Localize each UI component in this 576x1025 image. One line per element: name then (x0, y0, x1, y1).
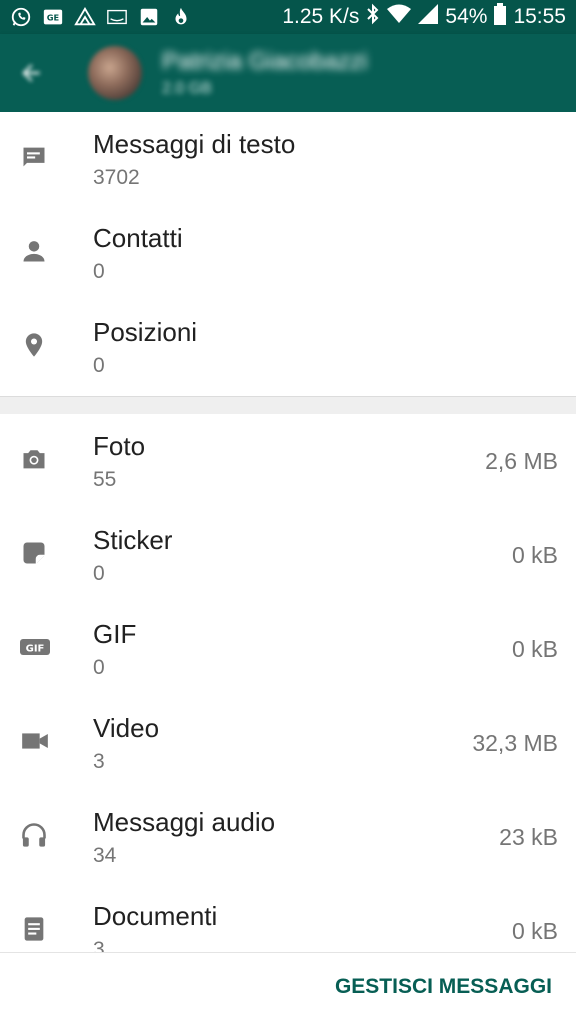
list-item-size: 32,3 MB (472, 730, 558, 756)
avatar[interactable] (88, 46, 142, 100)
list-item-count: 34 (93, 844, 117, 867)
ge-icon: GE (42, 6, 64, 28)
videocam-icon (20, 727, 48, 755)
list-item-size: 0 kB (511, 636, 558, 662)
list-item-size: 2,6 MB (485, 448, 558, 474)
list-item-title: Messaggi di testo (93, 129, 296, 159)
amazon-icon (106, 6, 128, 28)
list-item-count: 0 (93, 260, 105, 283)
person-icon (20, 237, 48, 265)
media-items-section: Foto 55 2,6 MB Sticker 0 0 kB GIF GIF 0 … (0, 414, 576, 954)
sticker-icon (20, 539, 48, 567)
list-item-title: Documenti (93, 901, 218, 931)
svg-text:GE: GE (47, 13, 60, 23)
app-bar: Patrizia Giacobazzi 2.0 GB (0, 34, 576, 112)
list-item-title: Posizioni (93, 317, 198, 347)
list-item-size: 0 kB (511, 542, 558, 568)
list-item-size: 23 kB (499, 824, 558, 850)
list-item-messaggi-audio[interactable]: Messaggi audio 34 23 kB (0, 790, 576, 884)
battery-percent: 54% (445, 5, 488, 28)
network-speed: 1.25 K/s (282, 5, 360, 28)
section-divider (0, 396, 576, 415)
list-item-documenti[interactable]: Documenti 3 0 kB (0, 884, 576, 954)
list-item-count: 3702 (93, 166, 140, 189)
bottom-action-bar: GESTISCI MESSAGGI (0, 952, 576, 1025)
whatsapp-icon (10, 6, 32, 28)
signal-icon (418, 4, 439, 30)
back-arrow-icon[interactable] (18, 60, 44, 86)
list-item-title: Messaggi audio (93, 807, 276, 837)
message-icon (20, 143, 48, 171)
location-pin-icon (20, 331, 48, 359)
list-item-sticker[interactable]: Sticker 0 0 kB (0, 508, 576, 602)
list-item-count: 0 (93, 354, 105, 377)
manage-messages-button[interactable]: GESTISCI MESSAGGI (335, 975, 552, 999)
clock: 15:55 (513, 5, 566, 28)
list-item-foto[interactable]: Foto 55 2,6 MB (0, 414, 576, 508)
bluetooth-icon (366, 3, 380, 31)
text-items-section: Messaggi di testo 3702 Contatti 0 Posizi… (0, 112, 576, 396)
system-status: 1.25 K/s 54% 15:55 (282, 3, 566, 31)
svg-text:GIF: GIF (26, 644, 45, 655)
list-item-size: 0 kB (511, 918, 558, 944)
headphones-icon (20, 821, 48, 849)
list-item-count: 0 (93, 562, 105, 585)
fire-icon (170, 6, 192, 28)
notification-icons: GE (10, 5, 192, 29)
list-item-count: 55 (93, 468, 117, 491)
list-item-count: 3 (93, 750, 105, 773)
camera-icon (20, 445, 48, 473)
contact-subtitle: 2.0 GB (162, 80, 212, 97)
list-item-count: 0 (93, 656, 105, 679)
list-item-title: GIF (93, 619, 137, 649)
battery-icon (494, 3, 507, 31)
status-bar: GE 1.25 K/s 54% 15:55 (0, 0, 576, 34)
gif-icon: GIF (20, 633, 50, 661)
list-item-video[interactable]: Video 3 32,3 MB (0, 696, 576, 790)
image-icon (138, 6, 160, 28)
list-item-title: Foto (93, 431, 146, 461)
list-item-contatti[interactable]: Contatti 0 (0, 206, 576, 300)
list-item-title: Sticker (93, 525, 173, 555)
list-item-gif[interactable]: GIF GIF 0 0 kB (0, 602, 576, 696)
list-item-messaggi-di-testo[interactable]: Messaggi di testo 3702 (0, 112, 576, 206)
document-icon (20, 915, 48, 943)
list-item-title: Video (93, 713, 160, 743)
list-item-title: Contatti (93, 223, 183, 253)
wifi-icon (387, 4, 412, 30)
list-item-posizioni[interactable]: Posizioni 0 (0, 300, 576, 394)
contact-name: Patrizia Giacobazzi (162, 48, 368, 75)
triangle-icon (74, 6, 96, 28)
